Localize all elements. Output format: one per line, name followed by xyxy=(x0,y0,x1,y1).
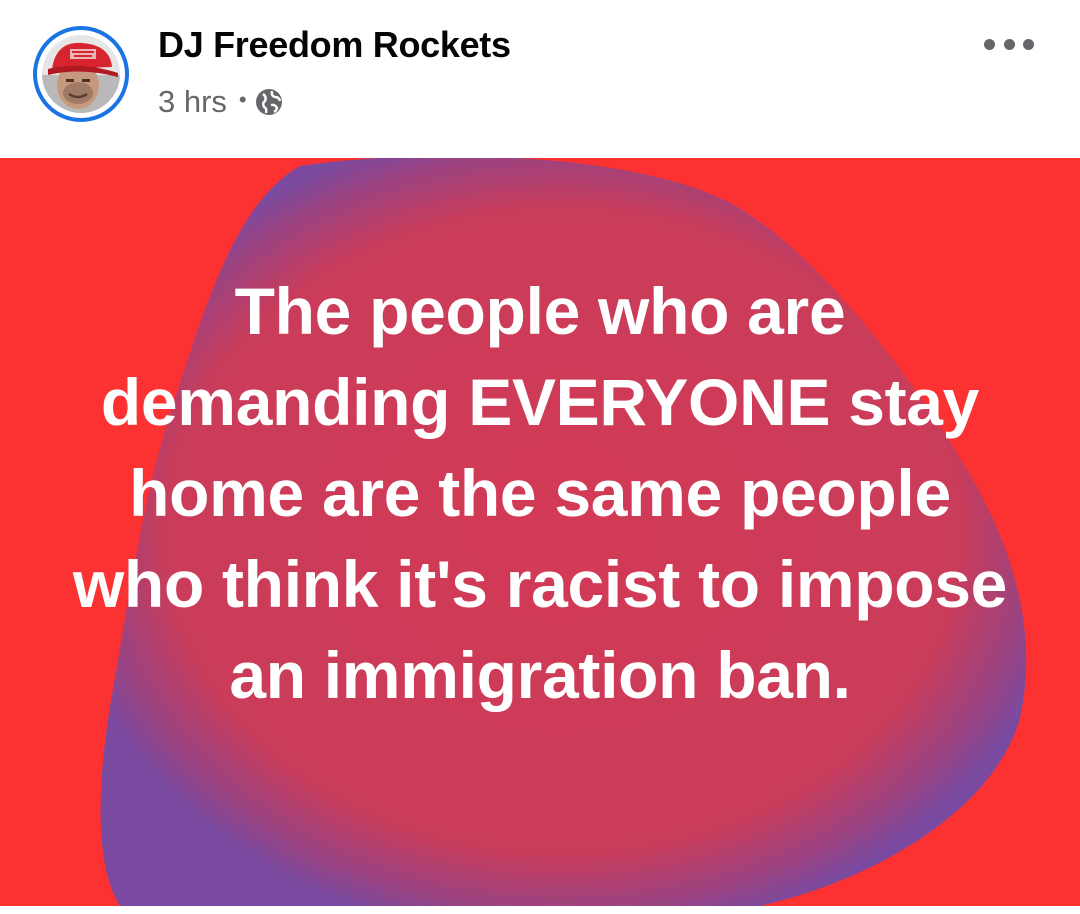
more-dot xyxy=(1023,38,1034,50)
more-options-icon[interactable] xyxy=(984,30,1034,58)
meta-separator: • xyxy=(238,87,247,112)
post-message: The people who are demanding EVERYONE st… xyxy=(72,274,1008,712)
post-bottom-edge xyxy=(0,906,1080,914)
profile-avatar[interactable] xyxy=(33,26,129,122)
globe-icon[interactable] xyxy=(255,88,283,116)
avatar-image xyxy=(42,35,120,113)
author-name[interactable]: DJ Freedom Rockets xyxy=(158,24,511,66)
facebook-post: DJ Freedom Rockets 3 hrs • The people wh… xyxy=(0,0,1080,914)
timestamp-link[interactable]: 3 hrs xyxy=(158,84,227,120)
post-text-background: The people who are demanding EVERYONE st… xyxy=(0,158,1080,906)
more-dot xyxy=(984,38,995,50)
avatar-photo-icon xyxy=(42,35,120,113)
post-header: DJ Freedom Rockets 3 hrs • xyxy=(0,0,1080,158)
more-dot xyxy=(1003,38,1015,50)
post-meta: 3 hrs • xyxy=(158,84,283,120)
